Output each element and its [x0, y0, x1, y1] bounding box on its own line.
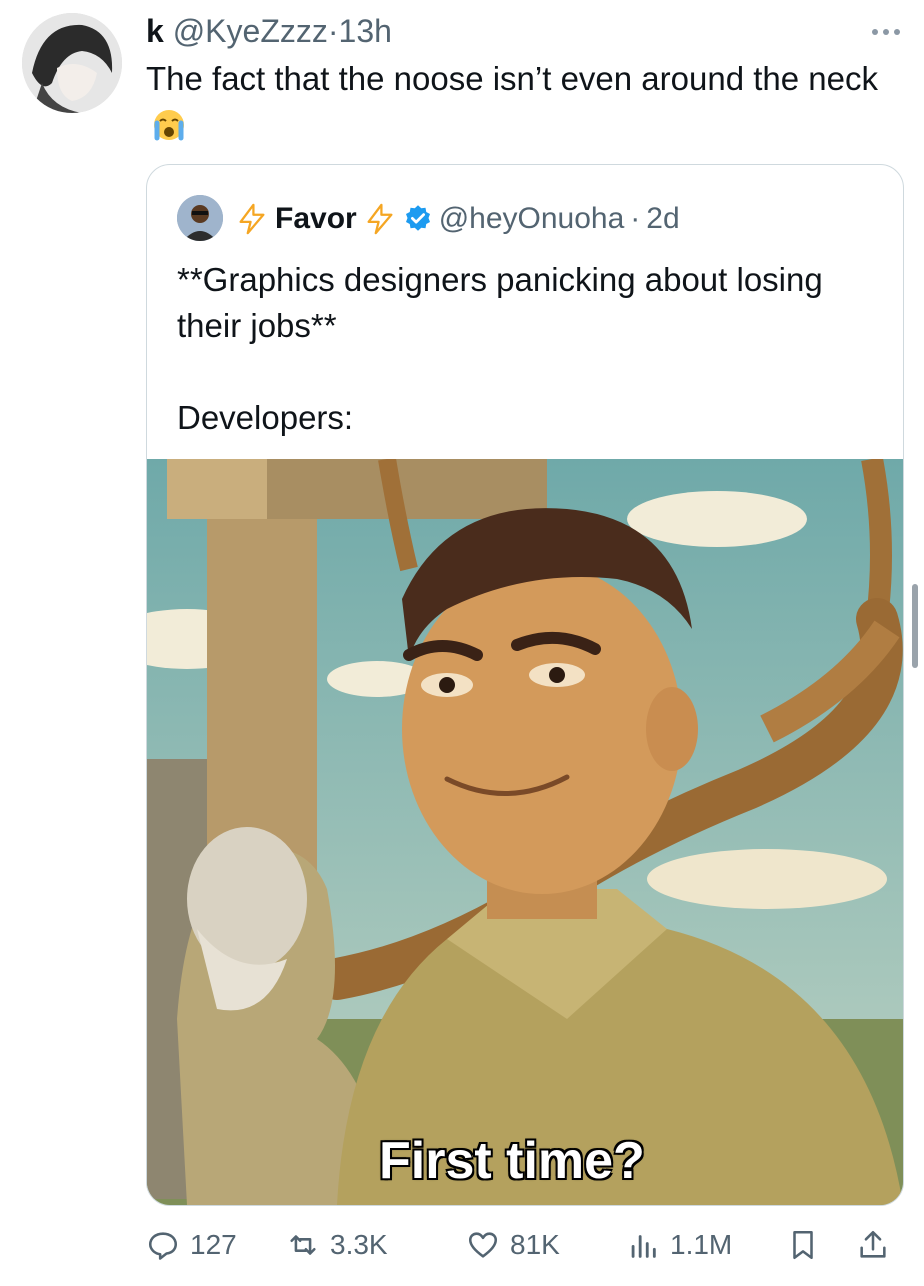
- heart-icon: [468, 1232, 498, 1258]
- bookmark-button[interactable]: [786, 1220, 820, 1270]
- more-options-icon[interactable]: [866, 22, 906, 42]
- reply-button[interactable]: 127: [146, 1220, 237, 1270]
- quoted-line-2: Developers:: [177, 399, 354, 436]
- author-handle[interactable]: @KyeZzzz: [173, 13, 328, 49]
- bookmark-icon: [793, 1230, 813, 1260]
- repost-button[interactable]: 3.3K: [286, 1220, 388, 1270]
- like-count: 81K: [510, 1229, 560, 1260]
- share-button[interactable]: [856, 1220, 890, 1270]
- quoted-header: Favor @heyOnuoha · 2d: [235, 199, 680, 239]
- lightning-bolt-icon: [239, 203, 265, 235]
- action-bar: 127 3.3K 81K 1.1M: [146, 1220, 902, 1270]
- meme-image[interactable]: First time?: [147, 459, 903, 1205]
- repost-icon: [290, 1235, 316, 1255]
- reply-count: 127: [190, 1229, 237, 1260]
- quoted-author-handle[interactable]: @heyOnuoha: [439, 199, 625, 239]
- share-icon: [860, 1230, 886, 1258]
- reply-icon: [148, 1232, 178, 1260]
- quoted-tweet[interactable]: Favor @heyOnuoha · 2d **Graphics designers…: [146, 164, 904, 1206]
- loudly-crying-face-icon: [152, 108, 186, 142]
- view-count: 1.1M: [670, 1229, 733, 1260]
- tweet-header: k @KyeZzzz·13h: [146, 12, 392, 50]
- lightning-bolt-icon: [367, 203, 393, 235]
- verified-badge-icon: [405, 205, 430, 231]
- author-name[interactable]: k: [146, 13, 164, 49]
- quoted-author-name[interactable]: Favor: [275, 199, 357, 239]
- like-button[interactable]: 81K: [466, 1220, 560, 1270]
- separator-dot: ·: [327, 13, 339, 49]
- quoted-author-avatar[interactable]: [177, 195, 223, 241]
- quoted-text: **Graphics designers panicking about los…: [177, 257, 877, 441]
- views-button[interactable]: 1.1M: [626, 1220, 732, 1270]
- author-avatar[interactable]: [22, 13, 122, 113]
- quoted-line-1: **Graphics designers panicking about los…: [177, 261, 823, 344]
- tweet-text: The fact that the noose isn’t even aroun…: [146, 56, 886, 148]
- views-chart-icon: [631, 1235, 656, 1258]
- tweet-body: The fact that the noose isn’t even aroun…: [146, 60, 878, 97]
- scrollbar[interactable]: [912, 584, 918, 668]
- meme-caption: First time?: [379, 1132, 645, 1190]
- quoted-time[interactable]: 2d: [646, 199, 679, 239]
- tweet-time[interactable]: 13h: [339, 13, 392, 49]
- separator-dot: ·: [630, 202, 641, 235]
- repost-count: 3.3K: [330, 1229, 388, 1260]
